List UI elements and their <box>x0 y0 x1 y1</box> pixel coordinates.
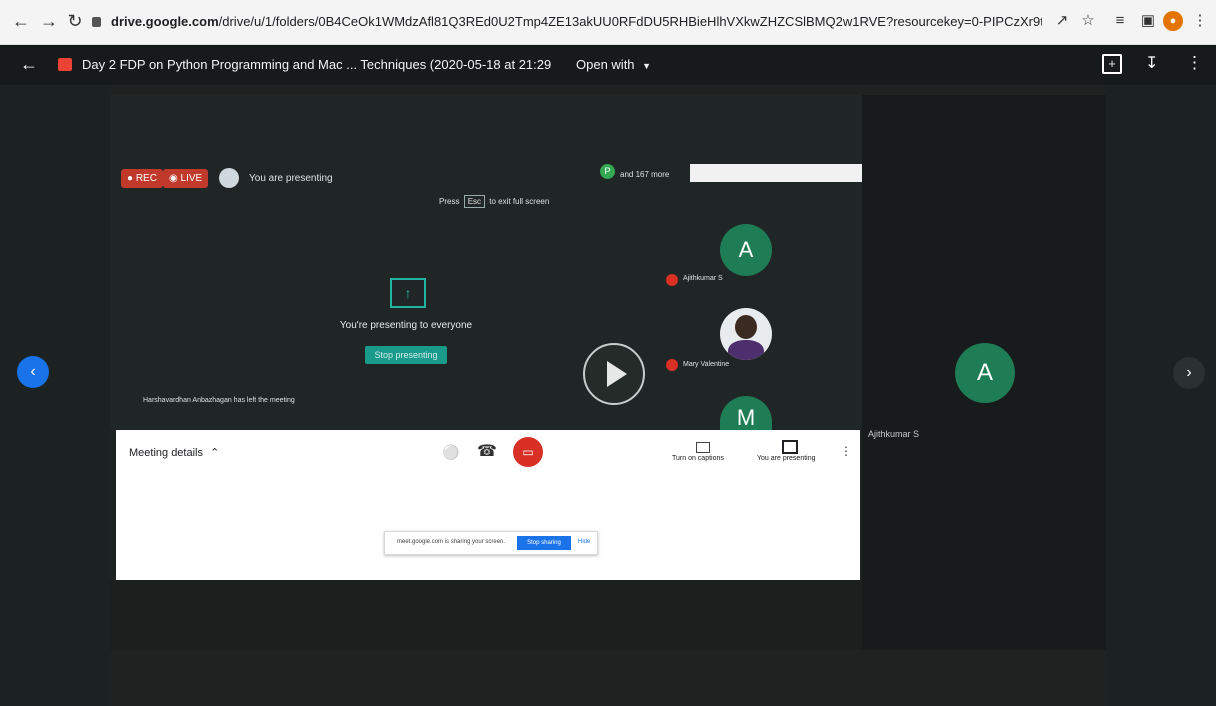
sharing-notice-text: meet.google.com is sharing your screen. <box>397 539 506 545</box>
url-path: /drive/u/1/folders/0B4CeOk1WMdzAfl81Q3RE… <box>218 14 1042 29</box>
chevron-up-icon: ⌃ <box>210 447 220 459</box>
presenting-status: You are presenting <box>249 173 333 184</box>
meeting-details-toggle[interactable]: Meeting details ⌃ <box>129 446 219 459</box>
fullscreen-hint: Press Esc to exit full screen <box>439 195 550 208</box>
background-drive-list <box>0 85 110 706</box>
presenter-avatar-icon <box>219 168 239 188</box>
mic-off-icon <box>666 359 678 371</box>
video-file-icon <box>58 58 72 71</box>
back-arrow-icon[interactable]: ← <box>10 10 32 32</box>
participant-photo-avatar <box>720 308 772 360</box>
meeting-details-label: Meeting details <box>129 447 203 459</box>
participant-name: Ajithkumar S <box>683 275 723 282</box>
captions-icon <box>696 442 710 453</box>
rec-badge: ● REC <box>121 169 163 188</box>
screen-share-notice: meet.google.com is sharing your screen. … <box>384 531 598 555</box>
star-icon[interactable]: ☆ <box>1078 11 1098 31</box>
stop-presenting-button[interactable]: Stop presenting <box>365 346 447 364</box>
download-icon[interactable]: ↧ <box>1145 53 1158 73</box>
video-bottom-band <box>110 580 862 650</box>
you-are-presenting-button[interactable]: You are presenting <box>757 455 816 462</box>
next-file-button[interactable]: › <box>1173 357 1205 389</box>
more-options-icon[interactable]: ⋮ <box>840 444 852 458</box>
open-with-button[interactable]: Open with ▼ <box>576 57 651 72</box>
participant-avatar-a: A <box>720 224 772 276</box>
url-host: drive.google.com <box>111 14 219 29</box>
present-now-icon <box>782 440 798 454</box>
add-comment-icon[interactable]: + <box>1102 54 1122 74</box>
lock-icon <box>92 17 101 27</box>
dropdown-caret-icon: ▼ <box>642 61 652 71</box>
address-bar[interactable]: drive.google.com/drive/u/1/folders/0B4Ce… <box>92 8 1042 36</box>
background-drive-sidebar <box>1106 85 1216 706</box>
camera-off-icon[interactable]: ▭ <box>513 437 543 467</box>
thumbnail-strip <box>690 164 862 182</box>
share-icon[interactable]: ↗ <box>1052 11 1072 31</box>
stop-sharing-button[interactable]: Stop sharing <box>517 536 571 550</box>
esc-key: Esc <box>463 195 486 208</box>
side-panel-icon[interactable]: ▣ <box>1138 11 1158 31</box>
pinned-participant-name: Ajithkumar S <box>868 429 920 439</box>
participant-p-avatar: P <box>600 164 615 179</box>
hang-up-icon[interactable]: ☎ <box>473 438 501 466</box>
hide-button[interactable]: Hide <box>578 539 590 545</box>
open-with-label: Open with <box>576 57 635 72</box>
mic-off-icon <box>666 274 678 286</box>
play-button[interactable] <box>583 343 645 405</box>
live-badge: ◉ LIVE <box>163 169 209 188</box>
meeting-controls-panel: Meeting details ⌃ ⚪ ☎ ▭ Turn on captions… <box>116 430 860 580</box>
drive-viewer-header: ← Day 2 FDP on Python Programming and Ma… <box>0 45 1216 85</box>
participant-name: Mary Valentine <box>683 361 730 368</box>
forward-arrow-icon[interactable]: → <box>38 10 60 32</box>
pinned-avatar: A <box>955 343 1015 403</box>
profile-avatar-icon[interactable]: ● <box>1163 11 1183 31</box>
participants-more: and 167 more <box>620 170 670 179</box>
close-viewer-arrow-icon[interactable]: ← <box>20 54 38 75</box>
previous-file-button[interactable]: ‹ <box>17 356 49 388</box>
presenting-everyone-text: You're presenting to everyone <box>339 320 473 331</box>
file-title: Day 2 FDP on Python Programming and Mac … <box>82 57 552 72</box>
microphone-icon[interactable]: ⚪ <box>437 438 465 466</box>
left-meeting-notice: Harshavardhan Anbazhagan has left the me… <box>143 397 295 404</box>
turn-on-captions-button[interactable]: Turn on captions <box>672 455 724 462</box>
more-options-icon[interactable]: ⋮ <box>1186 53 1203 73</box>
present-screen-icon: ↑ <box>390 278 426 308</box>
browser-menu-icon[interactable]: ⋮ <box>1190 11 1210 31</box>
chevron-right-icon: › <box>1186 364 1192 381</box>
browser-toolbar: ← → ↻ drive.google.com/drive/u/1/folders… <box>0 0 1216 45</box>
reading-list-icon[interactable]: ≡ <box>1110 11 1130 31</box>
reload-icon[interactable]: ↻ <box>64 10 86 32</box>
chevron-left-icon: ‹ <box>30 363 36 380</box>
